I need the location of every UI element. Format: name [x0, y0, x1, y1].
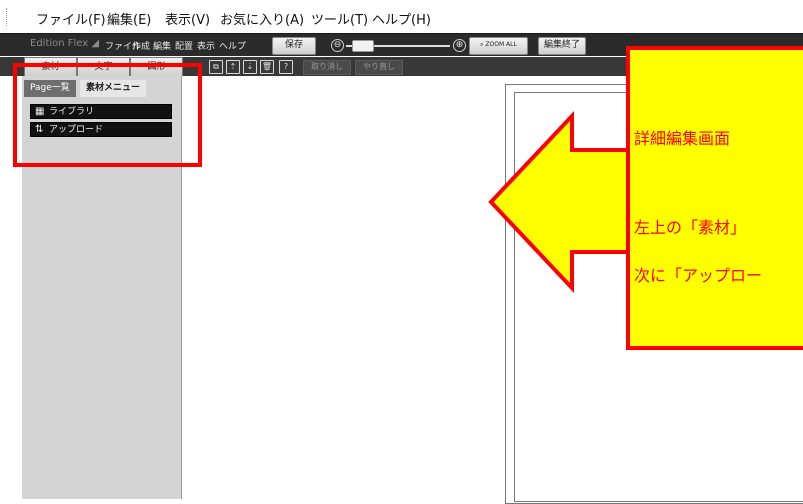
- app-menu-view[interactable]: 表示: [197, 39, 215, 52]
- copy-icon[interactable]: ⧉: [209, 60, 223, 74]
- zoom-slider-handle[interactable]: [352, 40, 374, 52]
- redo-button[interactable]: やり直し: [355, 60, 403, 75]
- toolbar-grip: [6, 8, 8, 26]
- callout-line-1: 詳細編集画面: [634, 129, 731, 148]
- app-menu-create[interactable]: 作成: [132, 39, 150, 52]
- zoom-out-icon[interactable]: ⊖: [331, 39, 344, 52]
- undo-button[interactable]: 取り消し: [303, 60, 351, 75]
- zoom-in-icon[interactable]: ⊕: [453, 39, 466, 52]
- callout-line-2: 左上の「素材」: [634, 218, 747, 237]
- app-menu-layout[interactable]: 配置: [175, 39, 193, 52]
- app-brand: Edition Flex ◢: [30, 38, 100, 49]
- zoom-all-button[interactable]: ⌕ ZOOM ALL: [469, 37, 528, 55]
- send-backward-icon[interactable]: ⇣: [243, 60, 257, 74]
- app-menu-help[interactable]: ヘルプ: [219, 39, 246, 52]
- callout-box: [626, 46, 803, 350]
- highlight-box: [13, 63, 202, 167]
- callout-line-3: 次に「アップロー: [634, 266, 763, 285]
- browser-menu-bar: ファイル(F) 編集(E) 表示(V) お気に入り(A) ツール(T) ヘルプ(…: [0, 0, 803, 33]
- search-icon: ⌕: [480, 41, 484, 48]
- menu-file[interactable]: ファイル(F): [36, 9, 106, 28]
- help-icon[interactable]: ?: [279, 60, 293, 74]
- left-arrow-annotation: [488, 110, 638, 294]
- save-button[interactable]: 保存: [272, 37, 316, 55]
- menu-edit[interactable]: 編集(E): [107, 9, 151, 28]
- menu-help[interactable]: ヘルプ(H): [372, 9, 431, 28]
- zoom-all-label: ZOOM ALL: [485, 41, 517, 48]
- menu-favorites[interactable]: お気に入り(A): [220, 9, 304, 28]
- finish-edit-button[interactable]: 編集終了: [538, 37, 586, 55]
- bring-forward-icon[interactable]: ⇡: [226, 60, 240, 74]
- menu-tools[interactable]: ツール(T): [311, 9, 368, 28]
- menu-view[interactable]: 表示(V): [165, 9, 210, 28]
- app-menu-edit[interactable]: 編集: [153, 39, 171, 52]
- trash-icon[interactable]: 🗑: [260, 60, 274, 74]
